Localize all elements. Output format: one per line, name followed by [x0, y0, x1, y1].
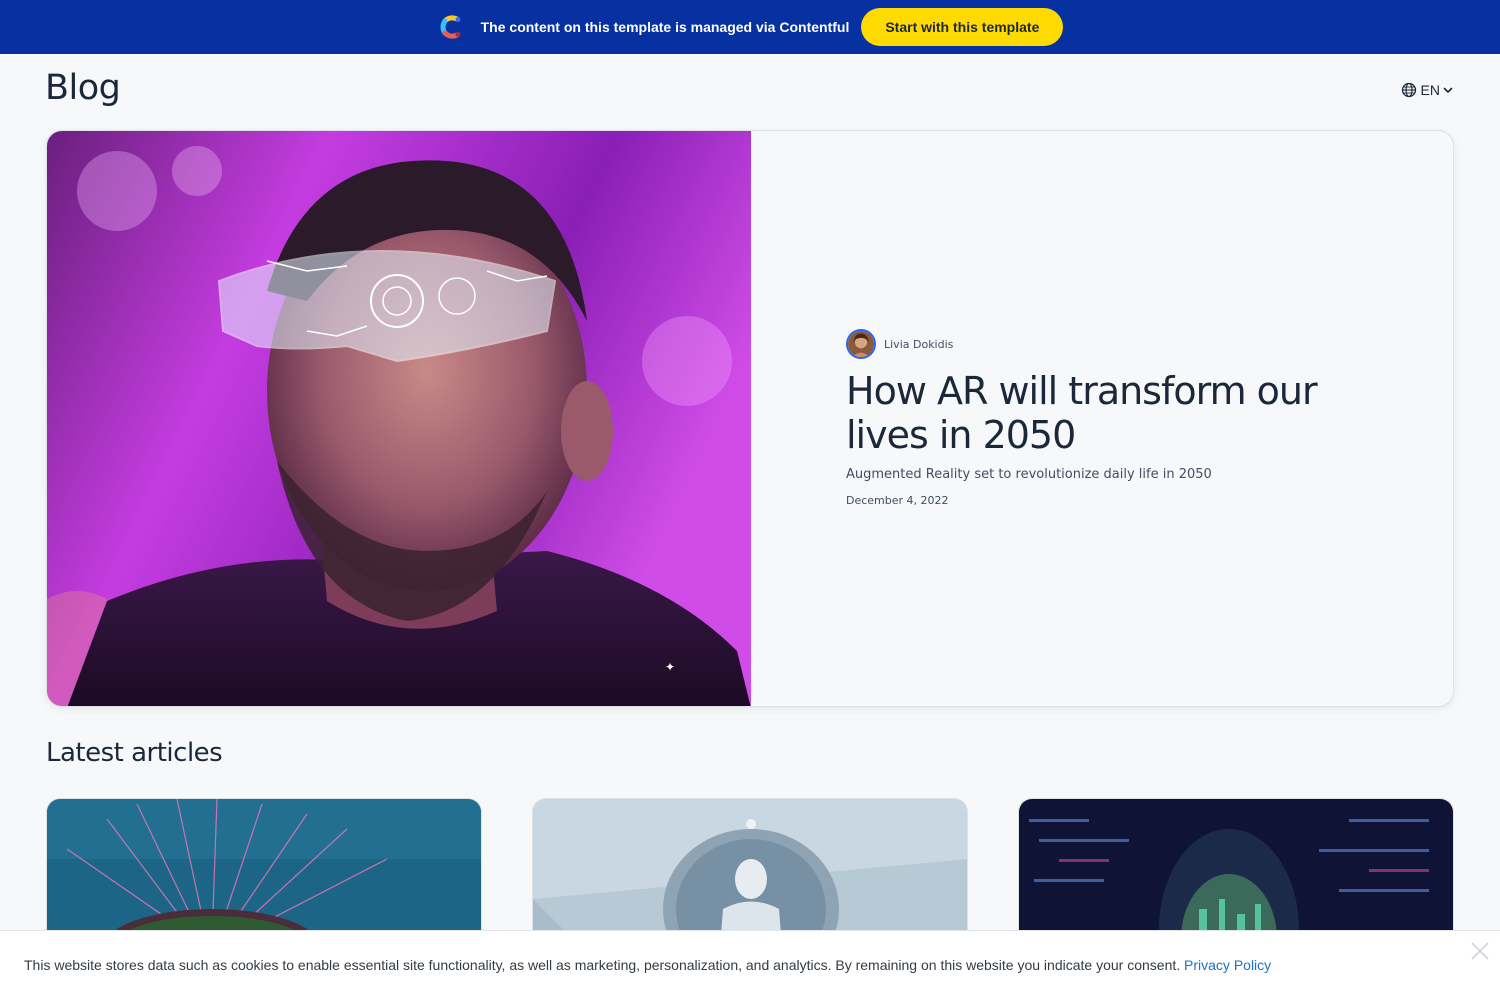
cookie-message: This website stores data such as cookies…	[24, 957, 1181, 973]
close-icon[interactable]	[1470, 941, 1490, 961]
banner-text: The content on this template is managed …	[480, 19, 850, 35]
contentful-banner: The content on this template is managed …	[0, 0, 1500, 54]
author: Livia Dokidis	[846, 329, 1366, 359]
privacy-policy-link[interactable]: Privacy Policy	[1184, 957, 1271, 973]
site-title[interactable]: Blog	[45, 68, 121, 108]
cookie-consent-bar: This website stores data such as cookies…	[0, 930, 1500, 1000]
contentful-logo-icon	[440, 15, 461, 39]
chevron-down-icon	[1443, 87, 1453, 93]
author-name[interactable]: Livia Dokidis	[884, 338, 953, 351]
language-selector[interactable]: EN	[1401, 82, 1454, 98]
latest-articles-heading: Latest articles	[46, 738, 223, 768]
author-avatar	[846, 329, 876, 359]
featured-article-title[interactable]: How AR will transform our lives in 2050	[846, 369, 1366, 457]
featured-article-date: December 4, 2022	[846, 494, 949, 507]
language-label: EN	[1420, 82, 1440, 98]
start-template-button[interactable]: Start with this template	[861, 8, 1064, 46]
featured-article-card[interactable]: ✦ Livia Dokidis How AR will transform ou…	[46, 130, 1454, 707]
cookie-text: This website stores data such as cookies…	[24, 957, 1271, 973]
globe-icon	[1401, 82, 1416, 98]
site-header: Blog EN	[0, 54, 1500, 130]
featured-article-subtitle: Augmented Reality set to revolutionize d…	[846, 467, 1212, 482]
featured-article-body: Livia Dokidis How AR will transform our …	[846, 329, 1366, 507]
featured-article-image: ✦	[47, 131, 751, 706]
svg-text:✦: ✦	[665, 660, 675, 674]
